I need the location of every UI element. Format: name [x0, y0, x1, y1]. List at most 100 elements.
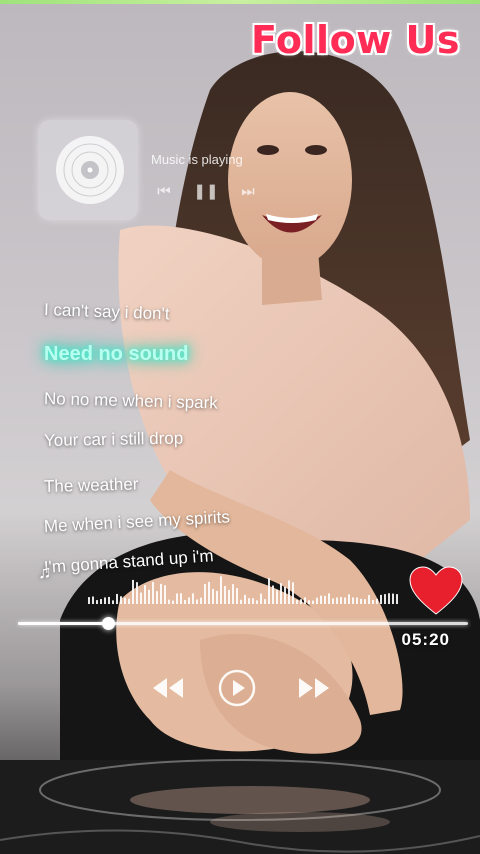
waveform-bar [396, 594, 398, 604]
music-note-icon: ♫ [38, 562, 52, 582]
waveform-bar [124, 597, 126, 604]
fast-forward-icon [299, 678, 329, 698]
waveform-bar [220, 576, 222, 604]
waveform-bar [324, 595, 326, 604]
playback-status: Music is playing [151, 152, 243, 167]
waveform-bar [92, 596, 94, 604]
waveform-bar [156, 591, 158, 604]
waveform-bar [360, 598, 362, 604]
waveform-bar [164, 585, 166, 604]
waveform-bar [352, 597, 354, 604]
waveform-bar [244, 594, 246, 604]
waveform-bar [200, 597, 202, 604]
vinyl-record-icon [56, 136, 124, 204]
follow-us-label[interactable]: Follow Us [251, 18, 460, 62]
audio-waveform [88, 576, 398, 604]
waveform-bar [336, 597, 338, 604]
lyric-line: Your car i still drop [43, 428, 184, 450]
waveform-bar [148, 589, 150, 604]
waveform-bar [320, 595, 322, 604]
progress-knob[interactable] [102, 617, 115, 630]
rewind-button[interactable] [150, 666, 186, 710]
waveform-bar [308, 600, 310, 604]
next-icon[interactable]: ⏭ [234, 183, 262, 200]
waveform-bar [288, 580, 290, 604]
play-icon [218, 669, 256, 707]
waveform-bar [112, 600, 114, 604]
waveform-bar [240, 599, 242, 604]
pause-icon[interactable]: ❚❚ [192, 182, 220, 200]
waveform-bar [168, 599, 170, 604]
waveform-bar [216, 590, 218, 604]
lyric-line: The weather [43, 474, 139, 496]
album-cover-card[interactable] [38, 120, 138, 220]
waveform-bar [132, 579, 134, 604]
previous-icon[interactable]: ⏮ [150, 183, 178, 200]
heart-icon[interactable] [408, 566, 464, 618]
waveform-bar [100, 599, 102, 604]
waveform-bar [236, 588, 238, 604]
waveform-bar [296, 599, 298, 604]
waveform-bar [268, 578, 270, 604]
waveform-bar [380, 594, 382, 604]
waveform-bar [204, 584, 206, 604]
music-player-screen: Follow Us Music is playing ⏮ ❚❚ ⏭ I can'… [0, 0, 480, 854]
lyric-line-active: Need no sound [44, 343, 189, 365]
time-display: 05:20 [401, 630, 450, 649]
waveform-bar [180, 593, 182, 604]
waveform-bar [316, 597, 318, 604]
waveform-bar [172, 600, 174, 604]
progress-fill [18, 622, 108, 625]
waveform-bar [212, 588, 214, 604]
waveform-bar [392, 593, 394, 604]
waveform-bar [300, 599, 302, 604]
waveform-bar [348, 594, 350, 604]
mini-controls: ⏮ ❚❚ ⏭ [150, 182, 262, 201]
waveform-bar [136, 582, 138, 604]
waveform-bar [96, 600, 98, 604]
waveform-bar [332, 598, 334, 604]
fast-forward-button[interactable] [296, 666, 332, 710]
waveform-bar [144, 585, 146, 604]
waveform-bar [152, 581, 154, 604]
waveform-bar [388, 593, 390, 604]
floor-reflection [0, 759, 480, 853]
waveform-bar [224, 585, 226, 604]
waveform-bar [252, 598, 254, 604]
waveform-bar [196, 599, 198, 604]
waveform-bar [272, 585, 274, 604]
waveform-bar [372, 599, 374, 604]
waveform-bar [276, 589, 278, 604]
waveform-bar [356, 597, 358, 604]
progress-bar[interactable] [18, 617, 468, 630]
waveform-bar [376, 598, 378, 604]
waveform-bar [248, 598, 250, 604]
waveform-bar [140, 592, 142, 604]
rewind-icon [153, 678, 183, 698]
waveform-bar [284, 586, 286, 604]
waveform-bar [184, 600, 186, 604]
waveform-bar [384, 594, 386, 604]
waveform-bar [232, 584, 234, 604]
waveform-bar [264, 599, 266, 604]
waveform-bar [104, 597, 106, 604]
waveform-bar [192, 593, 194, 604]
waveform-bar [188, 597, 190, 604]
waveform-bar [256, 600, 258, 604]
waveform-bar [128, 598, 130, 604]
playback-controls [150, 666, 340, 710]
waveform-bar [120, 596, 122, 604]
waveform-bar [176, 593, 178, 604]
waveform-bar [160, 583, 162, 604]
waveform-bar [368, 595, 370, 604]
waveform-bar [208, 581, 210, 604]
waveform-bar [328, 593, 330, 604]
waveform-bar [304, 597, 306, 604]
waveform-bar [280, 583, 282, 604]
play-button[interactable] [216, 666, 258, 710]
waveform-bar [260, 593, 262, 604]
waveform-bar [88, 597, 90, 604]
waveform-bar [364, 599, 366, 604]
waveform-bar [228, 589, 230, 604]
waveform-bar [292, 582, 294, 604]
